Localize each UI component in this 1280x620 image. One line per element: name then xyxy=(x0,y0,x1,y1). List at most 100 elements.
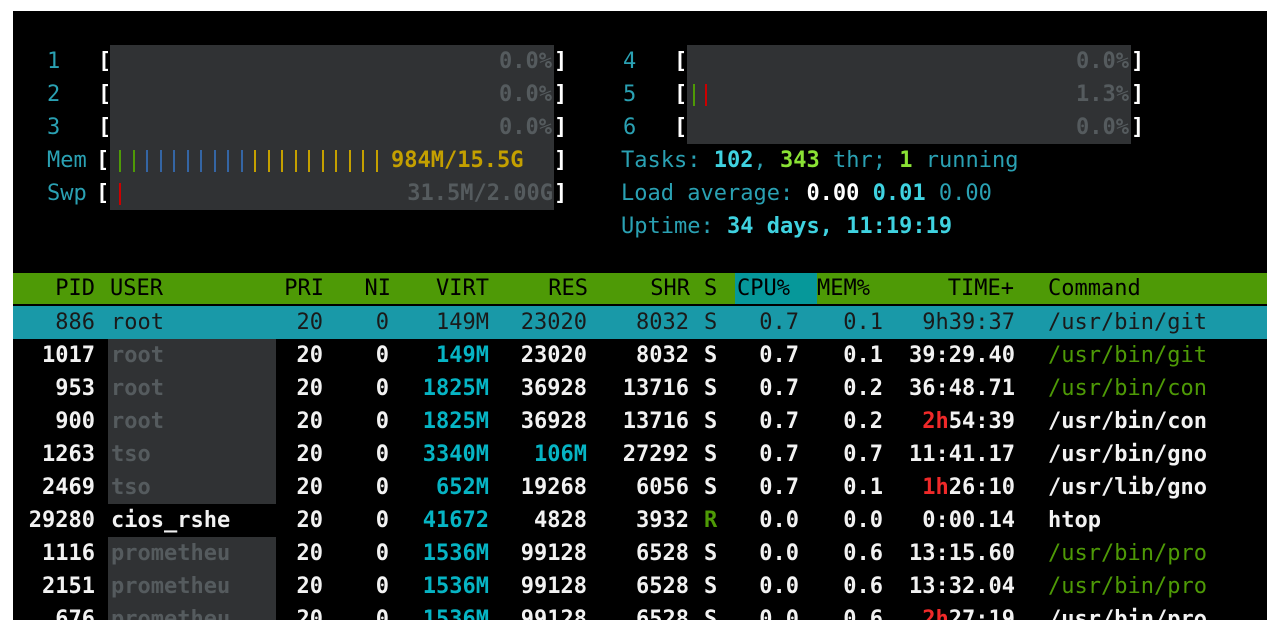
cpu-bracket-open: [ xyxy=(674,115,688,140)
cell-user: cios_rshe xyxy=(111,508,231,533)
cell-virt: 41672 xyxy=(422,508,489,533)
process-row[interactable]: 2151 prometheu 20 0 1536M 99128 6528 S 0.0 0.6 13:… xyxy=(13,570,1267,603)
cell-s: S xyxy=(704,310,718,335)
cell-mem: 0.1 xyxy=(843,343,883,368)
cell-cmd: /usr/bin/git xyxy=(1048,343,1207,368)
mem-bar-segment xyxy=(254,150,256,172)
cell-virt: 149M xyxy=(436,343,489,368)
column-header-user[interactable]: USER xyxy=(110,273,163,304)
cell-pri: 20 xyxy=(296,310,324,335)
cpu-value: 0.0% xyxy=(1076,115,1129,140)
cell-cpu: 0.7 xyxy=(759,409,799,434)
cell-user: root xyxy=(111,310,164,335)
cpu-bracket-close: ] xyxy=(1131,49,1145,74)
cell-virt: 1825M xyxy=(422,376,489,401)
cpu-number: 1 xyxy=(47,49,61,74)
cell-ni: 0 xyxy=(375,607,389,620)
cell-cmd: /usr/bin/pro xyxy=(1048,574,1207,599)
cell-shr: 3932 xyxy=(636,508,689,533)
cell-shr: 13716 xyxy=(622,376,689,401)
process-row-selected[interactable]: 886 root 20 0 149M 23020 8032 S 0.7 0.1 9h39:37/us… xyxy=(13,306,1267,339)
cell-virt: 1536M xyxy=(422,607,489,620)
column-header-mem[interactable]: MEM% xyxy=(817,273,870,304)
cell-mem: 0.6 xyxy=(843,574,883,599)
column-header-cpu[interactable]: CPU% xyxy=(737,273,790,304)
cell-shr: 6056 xyxy=(636,475,689,500)
cell-cpu: 0.7 xyxy=(759,442,799,467)
cell-s: S xyxy=(704,541,718,566)
process-row[interactable]: 953 root 20 0 1825M 36928 13716 S 0.7 0.2 36:48.71… xyxy=(13,372,1267,405)
cpu-number: 6 xyxy=(623,115,637,140)
process-row[interactable]: 1263 tso 20 0 3340M 106M 27292 S 0.7 0.7 11:41.17 /… xyxy=(13,438,1267,471)
cpu-bar-kernel xyxy=(705,84,707,106)
process-row[interactable]: 2469 tso 20 0 652M 19268 6056 S 0.7 0.1 1h26:10/us… xyxy=(13,471,1267,504)
cell-cpu: 0.0 xyxy=(759,607,799,620)
cell-pid: 2469 xyxy=(42,475,95,500)
cpu-bar-normal xyxy=(693,84,695,106)
load-15: 0.00 xyxy=(938,181,992,206)
cell-time: 0:00.14 xyxy=(922,508,1015,533)
load-5: 0.01 xyxy=(872,181,926,206)
threads-count: 343 xyxy=(779,148,820,173)
cell-ni: 0 xyxy=(375,475,389,500)
swp-value: 31.5M/2.00G xyxy=(407,181,553,206)
load-1: 0.00 xyxy=(806,181,860,206)
cell-pri: 20 xyxy=(296,574,324,599)
process-row[interactable]: 900 root 20 0 1825M 36928 13716 S 0.7 0.2 2h54:39 /… xyxy=(13,405,1267,438)
running-label: running xyxy=(925,148,1019,173)
cell-user: root xyxy=(111,376,164,401)
cell-mem: 0.0 xyxy=(843,508,883,533)
time-hours: 2h xyxy=(922,607,949,620)
cell-mem: 0.1 xyxy=(843,310,883,335)
cell-cmd: /usr/lib/gno xyxy=(1048,475,1207,500)
cell-time: 36:48.71 xyxy=(909,376,1015,401)
cell-res: 23020 xyxy=(520,343,587,368)
time-minutes: 54:39 xyxy=(948,409,1015,434)
cell-cmd: /usr/bin/git xyxy=(1048,310,1207,335)
column-header-time[interactable]: TIME+ xyxy=(894,273,1014,304)
process-row[interactable]: 29280 cios_rshe 20 0 41672 4828 3932 R 0.0 0.0 0:0… xyxy=(13,504,1267,537)
load-label: Load average: xyxy=(621,181,794,206)
mem-bar-segment xyxy=(294,150,297,172)
swp-bar xyxy=(119,183,121,205)
cell-mem: 0.6 xyxy=(843,541,883,566)
column-header-command[interactable]: Command xyxy=(1048,273,1141,304)
process-row[interactable]: 1017 root 20 0 149M 23020 8032 S 0.7 0.1 39:29.40 /… xyxy=(13,339,1267,372)
cell-time: 11:41.17 xyxy=(909,442,1015,467)
cell-pri: 20 xyxy=(296,607,324,620)
cell-virt: 1825M xyxy=(422,409,489,434)
column-header-shr[interactable]: SHR xyxy=(570,273,690,304)
cell-time: 13:32.04 xyxy=(909,574,1015,599)
column-header-pid[interactable]: PID xyxy=(13,273,95,304)
cell-pid: 1263 xyxy=(42,442,95,467)
cell-pri: 20 xyxy=(296,409,324,434)
cell-s: S xyxy=(704,376,718,401)
mem-bar-segment xyxy=(375,150,378,172)
cell-ni: 0 xyxy=(375,376,389,401)
cell-virt: 3340M xyxy=(422,442,489,467)
cell-cmd: /usr/bin/pro xyxy=(1048,541,1207,566)
cell-cpu: 0.0 xyxy=(759,574,799,599)
running-count: 1 xyxy=(899,148,913,173)
process-row[interactable]: 1116 prometheu 20 0 1536M 99128 6528 S 0.0 0.6 13:… xyxy=(13,537,1267,570)
process-row[interactable]: 676 prometheu 20 0 1536M 99128 6528 S 0.0 0.6 2h27… xyxy=(13,603,1267,620)
time-minutes: 27:19 xyxy=(948,607,1015,620)
cell-pid: 1116 xyxy=(42,541,95,566)
column-header-s[interactable]: S xyxy=(704,273,717,304)
cell-pri: 20 xyxy=(296,475,324,500)
cell-ni: 0 xyxy=(375,409,389,434)
htop-terminal: Mem [ 984M/15.5G ] Swp [ 31.5M/2.00G ] T… xyxy=(13,11,1267,620)
mem-bar-segment xyxy=(240,150,243,172)
threads-label: thr; xyxy=(832,148,886,173)
cell-cmd: htop xyxy=(1048,508,1101,533)
cell-cpu: 0.7 xyxy=(759,343,799,368)
cell-pid: 1017 xyxy=(42,343,95,368)
cell-user: prometheu xyxy=(111,541,231,566)
mem-bracket-close: ] xyxy=(554,148,568,173)
cell-user: prometheu xyxy=(111,574,231,599)
uptime-value: 34 days, 11:19:19 xyxy=(726,214,953,239)
cpu-bracket-open: [ xyxy=(674,82,688,107)
cell-user: root xyxy=(111,343,164,368)
mem-bar-segment xyxy=(348,150,351,172)
mem-bar-segment xyxy=(213,150,216,172)
